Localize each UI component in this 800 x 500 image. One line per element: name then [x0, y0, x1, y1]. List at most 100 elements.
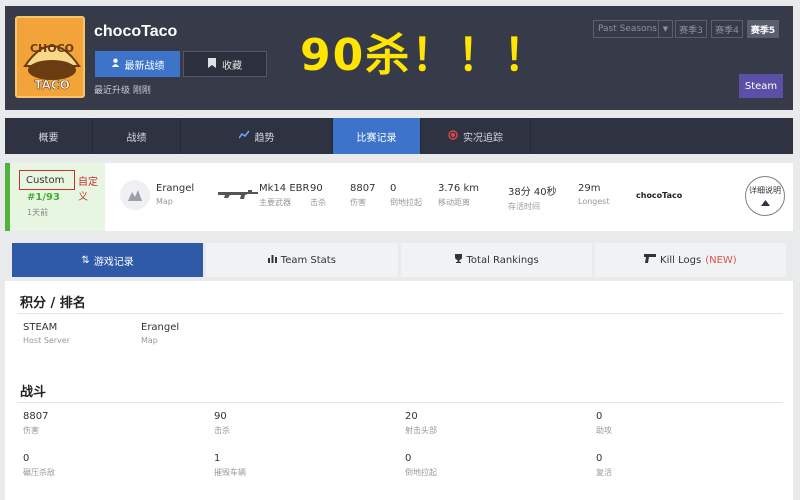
match-summary-card[interactable]: Custom 自定义 #1/93 1天前 Erangel Map Mk14 EB… — [5, 163, 793, 231]
nav-item-overview[interactable]: 概要 — [5, 118, 93, 154]
player-logo: CHOCO TACO — [15, 16, 85, 98]
map-value: Erangel — [156, 183, 195, 194]
season-3-button[interactable]: 赛季3 — [675, 20, 707, 38]
score-section-title: 积分 / 排名 — [20, 296, 86, 311]
combat-stat: 90 击杀 — [214, 411, 230, 436]
combat-stat: 0 助攻 — [596, 411, 612, 436]
dbno-label: 倒地拉起 — [390, 198, 422, 207]
favorite-button[interactable]: 收藏 — [183, 51, 267, 77]
combat-stat: 0 倒地拉起 — [405, 453, 437, 478]
combat-stat: 1 摧毁车辆 — [214, 453, 246, 478]
season-4-button[interactable]: 赛季4 — [711, 20, 743, 38]
nav-item-match-history[interactable]: 比赛记录 — [333, 118, 421, 154]
combat-stat-value: 0 — [596, 453, 603, 464]
game-mode-note: 自定义 — [78, 177, 98, 203]
damage-stat: 8807 伤害 — [350, 183, 375, 208]
combat-stat-value: 8807 — [23, 411, 49, 422]
nav-item-label: 实况追踪 — [463, 132, 503, 144]
nav-item-label: 战绩 — [126, 132, 147, 144]
host-server-value: STEAM — [23, 322, 58, 333]
combat-stat-label: 碾压杀敌 — [23, 468, 55, 477]
nav-item-live-tracking[interactable]: 实况追踪 — [421, 118, 531, 154]
longest-label: Longest — [578, 197, 610, 206]
favorite-label: 收藏 — [222, 60, 242, 72]
tab-label: Kill Logs — [660, 254, 702, 266]
tab-kill-logs[interactable]: Kill Logs (NEW) — [594, 243, 786, 277]
combat-stat-value: 1 — [214, 453, 221, 464]
profile-header: CHOCO TACO chocoTaco 最新战绩 收藏 最近升级 刚刚 90杀… — [5, 6, 793, 110]
tab-label: Team Stats — [280, 254, 336, 266]
survival-label: 存活时间 — [508, 202, 540, 211]
survival-stat: 38分 40秒 存活时间 — [508, 183, 557, 212]
match-detail-content: 积分 / 排名 STEAM Host Server Erangel Map 战斗… — [5, 281, 793, 500]
section-divider — [17, 402, 783, 403]
pistol-icon — [644, 254, 657, 266]
map-stat: Erangel Map — [156, 183, 194, 206]
last-update-text: 最近升级 刚刚 — [94, 86, 151, 96]
nav-item-label: 比赛记录 — [356, 132, 397, 144]
nav-item-trends[interactable]: 趋势 — [181, 118, 333, 154]
weapon-value: Mk14 EBR — [259, 183, 310, 194]
combat-stat-label: 倒地拉起 — [405, 468, 437, 477]
combat-stat: 0 碾压杀敌 — [23, 453, 55, 478]
tab-team-stats[interactable]: Team Stats — [206, 243, 398, 277]
combat-stat: 8807 伤害 — [23, 411, 48, 436]
map-field-label: Map — [141, 336, 158, 345]
player-name: chocoTaco — [94, 23, 178, 40]
past-seasons-select[interactable]: Past Seasons ▼ — [593, 20, 673, 38]
tab-total-rankings[interactable]: Total Rankings — [400, 243, 592, 277]
team-player-name[interactable]: chocoTaco — [636, 191, 682, 200]
distance-stat: 3.76 km 移动距离 — [438, 183, 479, 208]
combat-stat-value: 0 — [596, 411, 603, 422]
latest-matches-label: 最新战绩 — [124, 60, 165, 72]
trophy-icon — [454, 254, 463, 266]
chevron-down-icon: ▼ — [658, 21, 672, 37]
svg-text:CHOCO: CHOCO — [30, 42, 74, 55]
map-label: Map — [156, 197, 173, 206]
match-time-ago: 1天前 — [27, 208, 49, 217]
section-divider — [17, 313, 783, 314]
combat-stat: 0 复活 — [596, 453, 612, 478]
distance-label: 移动距离 — [438, 198, 470, 207]
map-field: Erangel Map — [141, 322, 179, 345]
match-detail-tabs: ⇅ 游戏记录 Team Stats Total Rankings Kill Lo… — [12, 243, 786, 277]
combat-stat-label: 摧毁车辆 — [214, 468, 246, 477]
weapon-label: 主要武器 — [259, 198, 291, 207]
headline-overlay: 90杀！！！ — [300, 30, 550, 81]
season-5-button[interactable]: 赛季5 — [747, 20, 779, 38]
latest-matches-button[interactable]: 最新战绩 — [95, 51, 180, 77]
combat-stat-label: 助攻 — [596, 426, 612, 435]
longest-value: 29m — [578, 183, 601, 194]
combat-stat-value: 90 — [214, 411, 227, 422]
kills-value: 90 — [310, 183, 323, 194]
chevron-up-icon — [760, 199, 770, 208]
svg-text:TACO: TACO — [34, 78, 70, 92]
steam-button[interactable]: Steam — [739, 74, 783, 98]
nav-item-stats[interactable]: 战绩 — [93, 118, 181, 154]
details-button[interactable]: 详细说明 — [745, 176, 785, 216]
kills-stat: 90 击杀 — [310, 183, 326, 208]
tab-game-record[interactable]: ⇅ 游戏记录 — [12, 243, 204, 277]
dbno-value: 0 — [390, 183, 397, 194]
distance-value: 3.76 km — [438, 183, 479, 194]
details-label: 详细说明 — [749, 185, 781, 195]
game-mode-badge: Custom — [19, 170, 75, 190]
weapon-stat: Mk14 EBR 主要武器 — [259, 183, 309, 208]
bookmark-icon — [208, 57, 216, 71]
nav-item-label: 趋势 — [254, 132, 275, 144]
combat-stat-label: 击杀 — [214, 426, 230, 435]
kills-label: 击杀 — [310, 198, 326, 207]
trend-chart-icon — [237, 130, 250, 142]
rifle-icon — [218, 186, 258, 200]
map-icon — [120, 180, 150, 210]
nav-item-label: 概要 — [38, 132, 59, 144]
new-badge: (NEW) — [705, 254, 737, 266]
dbno-stat: 0 倒地拉起 — [390, 183, 422, 208]
main-nav: 概要 战绩 趋势 比赛记录 实况追踪 — [5, 118, 793, 154]
combat-stat-value: 0 — [405, 453, 412, 464]
host-server-label: Host Server — [23, 336, 70, 345]
combat-stat: 20 射击头部 — [405, 411, 437, 436]
live-record-icon — [448, 129, 458, 143]
combat-section-title: 战斗 — [20, 385, 47, 400]
tab-label: Total Rankings — [466, 254, 539, 266]
